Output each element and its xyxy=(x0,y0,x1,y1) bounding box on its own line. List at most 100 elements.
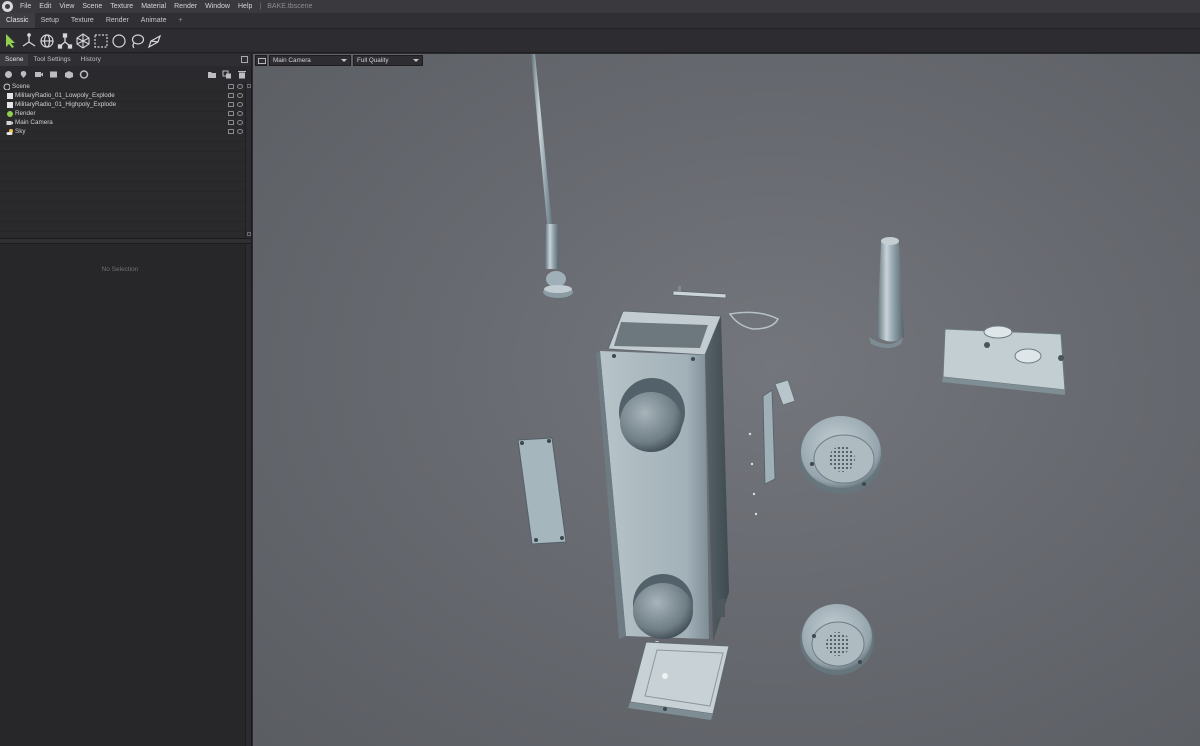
camera-icon[interactable] xyxy=(255,55,267,66)
menu-separator: | xyxy=(259,3,262,10)
antenna xyxy=(531,54,573,298)
viewport[interactable]: Main Camera Full Quality xyxy=(253,54,1200,746)
delete-icon[interactable] xyxy=(234,68,249,80)
tree-item-render[interactable]: Render xyxy=(0,109,251,118)
tab-classic[interactable]: Classic xyxy=(0,13,35,28)
lock-icon[interactable] xyxy=(228,102,234,107)
scale-gizmo-icon[interactable] xyxy=(56,32,74,50)
tab-tool-settings[interactable]: Tool Settings xyxy=(28,54,75,66)
menu-bar: File Edit View Scene Texture Material Re… xyxy=(0,0,1200,13)
add-light-icon[interactable] xyxy=(16,68,31,80)
camera-icon xyxy=(6,121,13,125)
tree-item-lowpoly[interactable]: MilitaryRadio_01_Lowpoly_Explode xyxy=(0,91,251,100)
no-selection-label: No Selection xyxy=(101,266,139,273)
left-panel: Scene Tool Settings History Scene Milita… xyxy=(0,54,252,746)
radio-body xyxy=(596,310,729,647)
mesh-icon xyxy=(7,102,13,108)
visibility-eye-icon[interactable] xyxy=(237,102,243,107)
visibility-eye-icon[interactable] xyxy=(237,93,243,98)
paint-select-icon[interactable] xyxy=(146,32,164,50)
camera-select-value: Main Camera xyxy=(273,57,311,64)
select-arrow-icon[interactable] xyxy=(2,32,20,50)
rotate-gizmo-icon[interactable] xyxy=(38,32,56,50)
menu-view[interactable]: View xyxy=(55,0,78,13)
transform-gizmo-icon[interactable] xyxy=(74,32,92,50)
add-sky-icon[interactable] xyxy=(76,68,91,80)
visibility-eye-icon[interactable] xyxy=(237,120,243,125)
tree-item-scene[interactable]: Scene xyxy=(0,82,251,91)
lock-icon[interactable] xyxy=(228,120,234,125)
left-plate xyxy=(517,437,567,545)
tree-item-label: MilitaryRadio_01_Highpoly_Explode xyxy=(15,101,117,108)
lasso-select-icon[interactable] xyxy=(128,32,146,50)
menu-texture[interactable]: Texture xyxy=(106,0,137,13)
sky-icon xyxy=(6,129,13,135)
lock-icon[interactable] xyxy=(228,84,234,89)
add-mesh-icon[interactable] xyxy=(1,68,16,80)
menu-help[interactable]: Help xyxy=(234,0,256,13)
add-workspace-button[interactable]: + xyxy=(172,13,188,28)
menu-material[interactable]: Material xyxy=(137,0,170,13)
lock-icon[interactable] xyxy=(228,129,234,134)
tree-scrollbar[interactable] xyxy=(245,82,251,238)
main-toolbar xyxy=(0,30,1200,53)
tree-item-highpoly[interactable]: MilitaryRadio_01_Highpoly_Explode xyxy=(0,100,251,109)
tree-item-label: Render xyxy=(15,110,36,117)
tab-scene[interactable]: Scene xyxy=(0,54,29,66)
tab-setup[interactable]: Setup xyxy=(35,13,65,28)
scene-toolbar xyxy=(0,66,251,82)
viewport-bar: Main Camera Full Quality xyxy=(255,55,423,66)
speaker-grill-bottom xyxy=(800,604,874,675)
properties-scrollbar[interactable] xyxy=(245,244,251,746)
visibility-eye-icon[interactable] xyxy=(237,84,243,89)
lock-icon[interactable] xyxy=(228,93,234,98)
tree-item-label: MilitaryRadio_01_Lowpoly_Explode xyxy=(15,92,115,99)
circle-select-icon[interactable] xyxy=(110,32,128,50)
duplicate-icon[interactable] xyxy=(219,68,234,80)
tree-item-label: Scene xyxy=(12,83,30,90)
workspace-tabs: Classic Setup Texture Render Animate + xyxy=(0,13,1200,29)
speaker-grill-top xyxy=(799,416,883,494)
menu-window[interactable]: Window xyxy=(201,0,234,13)
add-camera-icon[interactable] xyxy=(31,68,46,80)
camera-select[interactable]: Main Camera xyxy=(269,55,351,66)
render-icon xyxy=(7,111,13,117)
folder-icon[interactable] xyxy=(204,68,219,80)
properties-panel: No Selection xyxy=(0,244,251,746)
visibility-eye-icon[interactable] xyxy=(237,111,243,116)
side-bracket xyxy=(748,379,796,516)
add-shadow-catcher-icon[interactable] xyxy=(46,68,61,80)
scene-tree: Scene MilitaryRadio_01_Lowpoly_Explode M… xyxy=(0,82,251,238)
menu-edit[interactable]: Edit xyxy=(35,0,55,13)
tree-item-label: Main Camera xyxy=(15,119,53,126)
chevron-down-icon xyxy=(413,59,419,62)
panel-tabs: Scene Tool Settings History xyxy=(0,54,251,66)
lock-icon[interactable] xyxy=(228,111,234,116)
scene-icon xyxy=(3,83,10,90)
rect-select-icon[interactable] xyxy=(92,32,110,50)
back-plate xyxy=(942,325,1066,395)
document-title: BAKE.tbscene xyxy=(267,3,313,10)
chevron-down-icon xyxy=(341,59,347,62)
menu-scene[interactable]: Scene xyxy=(78,0,106,13)
app-logo-icon xyxy=(2,1,13,12)
handle-part xyxy=(869,237,904,348)
quality-select[interactable]: Full Quality xyxy=(353,55,423,66)
visibility-eye-icon[interactable] xyxy=(237,129,243,134)
base-plate xyxy=(628,641,730,720)
add-group-icon[interactable] xyxy=(61,68,76,80)
tab-history[interactable]: History xyxy=(76,54,106,66)
menu-file[interactable]: File xyxy=(16,0,35,13)
tab-animate[interactable]: Animate xyxy=(135,13,173,28)
mesh-icon xyxy=(7,93,13,99)
viewport-render xyxy=(517,54,1066,720)
tree-item-sky[interactable]: Sky xyxy=(0,127,251,136)
quality-select-value: Full Quality xyxy=(357,57,389,64)
move-gizmo-icon[interactable] xyxy=(20,32,38,50)
menu-render[interactable]: Render xyxy=(170,0,201,13)
tab-texture[interactable]: Texture xyxy=(65,13,100,28)
tree-item-main-camera[interactable]: Main Camera xyxy=(0,118,251,127)
tree-item-label: Sky xyxy=(15,128,26,135)
tab-render[interactable]: Render xyxy=(100,13,135,28)
popout-icon[interactable] xyxy=(241,56,248,63)
